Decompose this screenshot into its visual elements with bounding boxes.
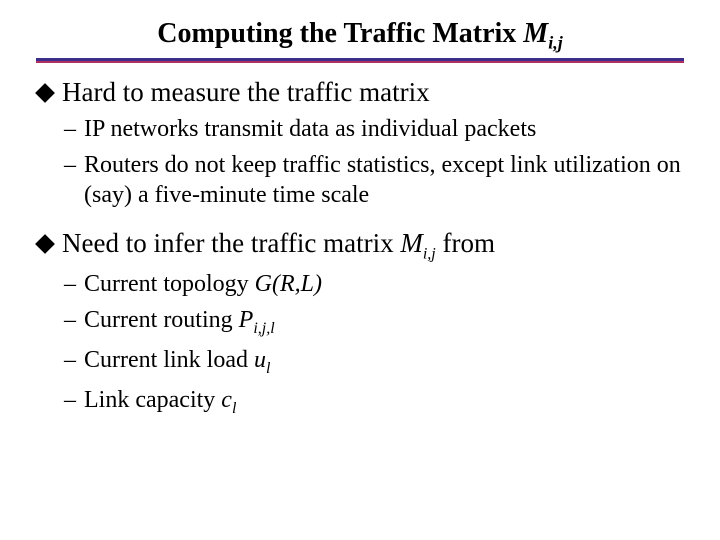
- diamond-icon: [35, 83, 55, 103]
- dash-icon: –: [64, 150, 76, 180]
- sub-ital: G(R,L): [255, 271, 322, 297]
- bullet-2-pre: Need to infer the traffic matrix: [62, 228, 400, 258]
- bullet-1-text: Hard to measure the traffic matrix: [62, 77, 430, 108]
- dash-icon: –: [64, 385, 76, 415]
- bullet-2-sub-4-text: Link capacity cl: [84, 385, 236, 419]
- sub-msub: l: [266, 360, 270, 377]
- bullet-2-sub-2-text: Current routing Pi,j,l: [84, 305, 275, 339]
- dash-icon: –: [64, 345, 76, 375]
- title-msub: i,j: [548, 33, 563, 53]
- bullet-1-sub-2: – Routers do not keep traffic statistics…: [64, 150, 684, 210]
- sub-mvar: u: [254, 347, 266, 373]
- bullet-1-sub-2-text: Routers do not keep traffic statistics, …: [84, 150, 684, 210]
- bullet-2-post: from: [436, 228, 495, 258]
- bullet-2-sub-1: – Current topology G(R,L): [64, 269, 684, 299]
- bullet-2-text: Need to infer the traffic matrix Mi,j fr…: [62, 228, 495, 263]
- bullet-2-msub: i,j: [423, 245, 436, 262]
- bullet-2-sub-4: – Link capacity cl: [64, 385, 684, 419]
- slide: Computing the Traffic Matrix Mi,j Hard t…: [0, 0, 720, 540]
- bullet-1-sub-1: – IP networks transmit data as individua…: [64, 114, 684, 144]
- sub-msub: i,j,l: [253, 320, 274, 337]
- title-mvar: M: [523, 18, 548, 49]
- sub-mvar: P: [239, 307, 254, 333]
- sub-pre: Current link load: [84, 347, 254, 373]
- bullet-2-sub-3-text: Current link load ul: [84, 345, 270, 379]
- sub-msub: l: [232, 399, 236, 416]
- title-pre: Computing the Traffic Matrix: [157, 18, 523, 49]
- dash-icon: –: [64, 305, 76, 335]
- sub-pre: Current topology: [84, 271, 255, 297]
- dash-icon: –: [64, 114, 76, 144]
- bullet-2-sub-3: – Current link load ul: [64, 345, 684, 379]
- slide-title: Computing the Traffic Matrix Mi,j: [157, 18, 562, 49]
- dash-icon: –: [64, 269, 76, 299]
- bullet-2-mvar: M: [400, 228, 423, 258]
- title-wrap: Computing the Traffic Matrix Mi,j: [36, 18, 684, 54]
- sub-mvar: c: [221, 387, 232, 413]
- sub-pre: Link capacity: [84, 387, 221, 413]
- title-rule: [36, 58, 684, 63]
- bullet-1-sub-1-text: IP networks transmit data as individual …: [84, 114, 536, 144]
- bullet-1: Hard to measure the traffic matrix: [36, 77, 684, 108]
- bullet-2: Need to infer the traffic matrix Mi,j fr…: [36, 228, 684, 263]
- sub-pre: Current routing: [84, 307, 239, 333]
- bullet-2-sub-1-text: Current topology G(R,L): [84, 269, 322, 299]
- diamond-icon: [35, 234, 55, 254]
- bullet-2-sub-2: – Current routing Pi,j,l: [64, 305, 684, 339]
- spacer: [36, 216, 684, 224]
